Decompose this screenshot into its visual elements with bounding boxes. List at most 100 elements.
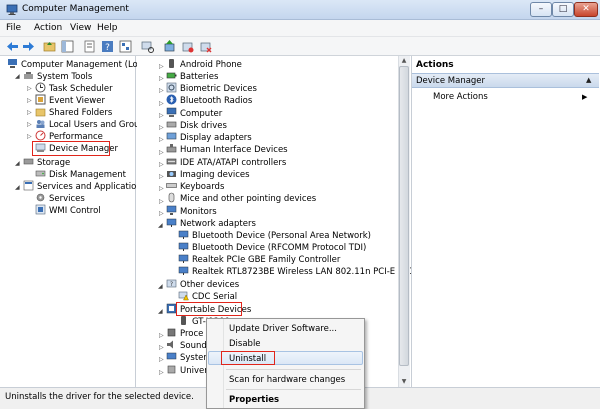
maximize-button[interactable]: □ (552, 2, 574, 17)
show-hide-tree-icon[interactable] (60, 39, 75, 54)
device-label: Monitors (180, 207, 217, 217)
device-label: Bluetooth Device (Personal Area Network) (192, 231, 371, 241)
menu-action[interactable]: Action (34, 23, 62, 33)
context-properties[interactable]: Properties (229, 395, 279, 405)
svg-text:?: ? (170, 281, 173, 288)
expand-arrow-icon[interactable]: ▷ (159, 161, 164, 168)
device-category-mice[interactable]: Mice and other pointing devices (166, 192, 316, 204)
context-disable[interactable]: Disable (229, 339, 261, 349)
expand-arrow-icon[interactable]: ▷ (27, 97, 32, 104)
expand-arrow-icon[interactable]: ▷ (27, 109, 32, 116)
scroll-up-arrow-icon[interactable]: ▲ (399, 57, 409, 65)
tree-item-system-tools[interactable]: System Tools (23, 70, 92, 82)
device-cdc-serial[interactable]: CDC Serial (178, 290, 237, 302)
expand-arrow-icon[interactable]: ▷ (159, 100, 164, 107)
device-category-android-phone[interactable]: Android Phone (166, 58, 242, 70)
device-net-rfcomm[interactable]: Bluetooth Device (RFCOMM Protocol TDI) (178, 241, 366, 253)
device-net-realtek-wlan[interactable]: Realtek RTL8723BE Wireless LAN 802.11n P… (178, 265, 413, 277)
scroll-down-arrow-icon[interactable]: ▼ (399, 378, 409, 386)
tree-item-local-users[interactable]: Local Users and Groups (35, 118, 149, 130)
device-label: Human Interface Devices (180, 145, 288, 155)
tree-label: Computer Management (Local (21, 60, 150, 70)
expand-arrow-icon[interactable]: ▷ (159, 75, 164, 82)
uninstall-device-icon[interactable] (198, 39, 213, 54)
actions-section-device-manager[interactable]: Device Manager (412, 73, 599, 88)
device-net-pan[interactable]: Bluetooth Device (Personal Area Network) (178, 229, 371, 241)
menu-file[interactable]: File (6, 23, 21, 33)
forward-arrow-icon[interactable] (21, 39, 36, 54)
expand-arrow-icon[interactable]: ▷ (159, 124, 164, 131)
expand-arrow-icon[interactable]: ▷ (159, 210, 164, 217)
device-category-system[interactable]: System (166, 351, 212, 363)
device-category-biometric[interactable]: Biometric Devices (166, 82, 257, 94)
expand-arrow-icon[interactable]: ▷ (159, 198, 164, 205)
expand-arrow-icon[interactable]: ▷ (159, 63, 164, 70)
scan-hardware-icon[interactable] (140, 39, 155, 54)
expand-arrow-icon[interactable]: ▷ (159, 332, 164, 339)
tree-label: Services (49, 194, 85, 204)
expand-arrow-icon[interactable]: ▷ (159, 136, 164, 143)
device-category-processors[interactable]: Proce (166, 327, 203, 339)
expand-arrow-icon[interactable]: ▷ (159, 87, 164, 94)
expand-arrow-icon[interactable]: ▷ (159, 173, 164, 180)
expand-arrow-icon[interactable]: ▷ (159, 369, 164, 376)
tree-item-services[interactable]: Services (35, 192, 85, 204)
collapse-arrow-icon[interactable]: ◢ (158, 222, 163, 229)
export-list-icon[interactable] (82, 39, 97, 54)
device-category-imaging[interactable]: Imaging devices (166, 168, 250, 180)
collapse-up-icon[interactable]: ▲ (586, 76, 591, 84)
actions-header: Actions (412, 58, 599, 72)
device-label: Bluetooth Device (RFCOMM Protocol TDI) (192, 243, 367, 253)
device-net-realtek-gbe[interactable]: Realtek PCIe GBE Family Controller (178, 253, 340, 265)
expand-arrow-icon[interactable]: ▷ (27, 121, 32, 128)
help-icon[interactable]: ? (100, 39, 115, 54)
tree-item-task-scheduler[interactable]: Task Scheduler (35, 82, 113, 94)
menu-help[interactable]: Help (97, 23, 118, 33)
context-scan-hardware[interactable]: Scan for hardware changes (229, 375, 345, 385)
collapse-arrow-icon[interactable]: ◢ (15, 184, 20, 191)
device-category-monitors[interactable]: Monitors (166, 205, 217, 217)
device-category-network[interactable]: Network adapters (166, 217, 256, 229)
tree-item-storage[interactable]: Storage (23, 156, 70, 168)
tree-item-wmi[interactable]: WMI Control (35, 204, 101, 216)
expand-arrow-icon[interactable]: ▷ (159, 344, 164, 351)
collapse-arrow-icon[interactable]: ◢ (158, 308, 163, 315)
expand-arrow-icon[interactable]: ▷ (159, 112, 164, 119)
tree-item-event-viewer[interactable]: Event Viewer (35, 94, 105, 106)
collapse-arrow-icon[interactable]: ◢ (158, 283, 163, 290)
back-arrow-icon[interactable] (5, 39, 20, 54)
device-category-sound[interactable]: Sound, (166, 339, 209, 351)
more-actions-link[interactable]: More Actions (433, 92, 488, 102)
update-driver-icon[interactable] (162, 39, 177, 54)
expand-arrow-icon[interactable]: ▷ (27, 133, 32, 140)
tree-item-shared-folders[interactable]: Shared Folders (35, 106, 112, 118)
collapse-arrow-icon[interactable]: ◢ (15, 73, 20, 80)
expand-arrow-icon[interactable]: ▷ (159, 149, 164, 156)
device-category-computer[interactable]: Computer (166, 107, 222, 119)
disable-device-icon[interactable] (180, 39, 195, 54)
expand-arrow-icon[interactable]: ▷ (159, 185, 164, 192)
context-update-driver[interactable]: Update Driver Software... (229, 324, 337, 334)
expand-arrow-icon[interactable]: ▷ (159, 356, 164, 363)
collapse-arrow-icon[interactable]: ◢ (15, 160, 20, 167)
minimize-button[interactable]: – (530, 2, 552, 17)
device-category-other[interactable]: ? Other devices (166, 278, 239, 290)
scrollbar-thumb[interactable] (399, 66, 409, 366)
tree-root[interactable]: Computer Management (Local (7, 58, 150, 70)
close-button[interactable]: ✕ (574, 2, 598, 17)
tree-label: Services and Applications (37, 182, 147, 192)
device-category-bluetooth[interactable]: Bluetooth Radios (166, 94, 252, 106)
menu-view[interactable]: View (70, 23, 91, 33)
properties-view-icon[interactable] (118, 39, 133, 54)
device-category-hid[interactable]: Human Interface Devices (166, 143, 288, 155)
tree-item-services-apps[interactable]: Services and Applications (23, 180, 146, 192)
device-category-display[interactable]: Display adapters (166, 131, 252, 143)
device-category-keyboards[interactable]: Keyboards (166, 180, 224, 192)
device-label: Proce (180, 329, 204, 339)
expand-arrow-icon[interactable]: ▷ (27, 85, 32, 92)
device-category-batteries[interactable]: Batteries (166, 70, 218, 82)
tree-item-disk-management[interactable]: Disk Management (35, 168, 126, 180)
up-folder-icon[interactable] (42, 39, 57, 54)
device-category-disk-drives[interactable]: Disk drives (166, 119, 227, 131)
device-category-ide[interactable]: IDE ATA/ATAPI controllers (166, 156, 286, 168)
